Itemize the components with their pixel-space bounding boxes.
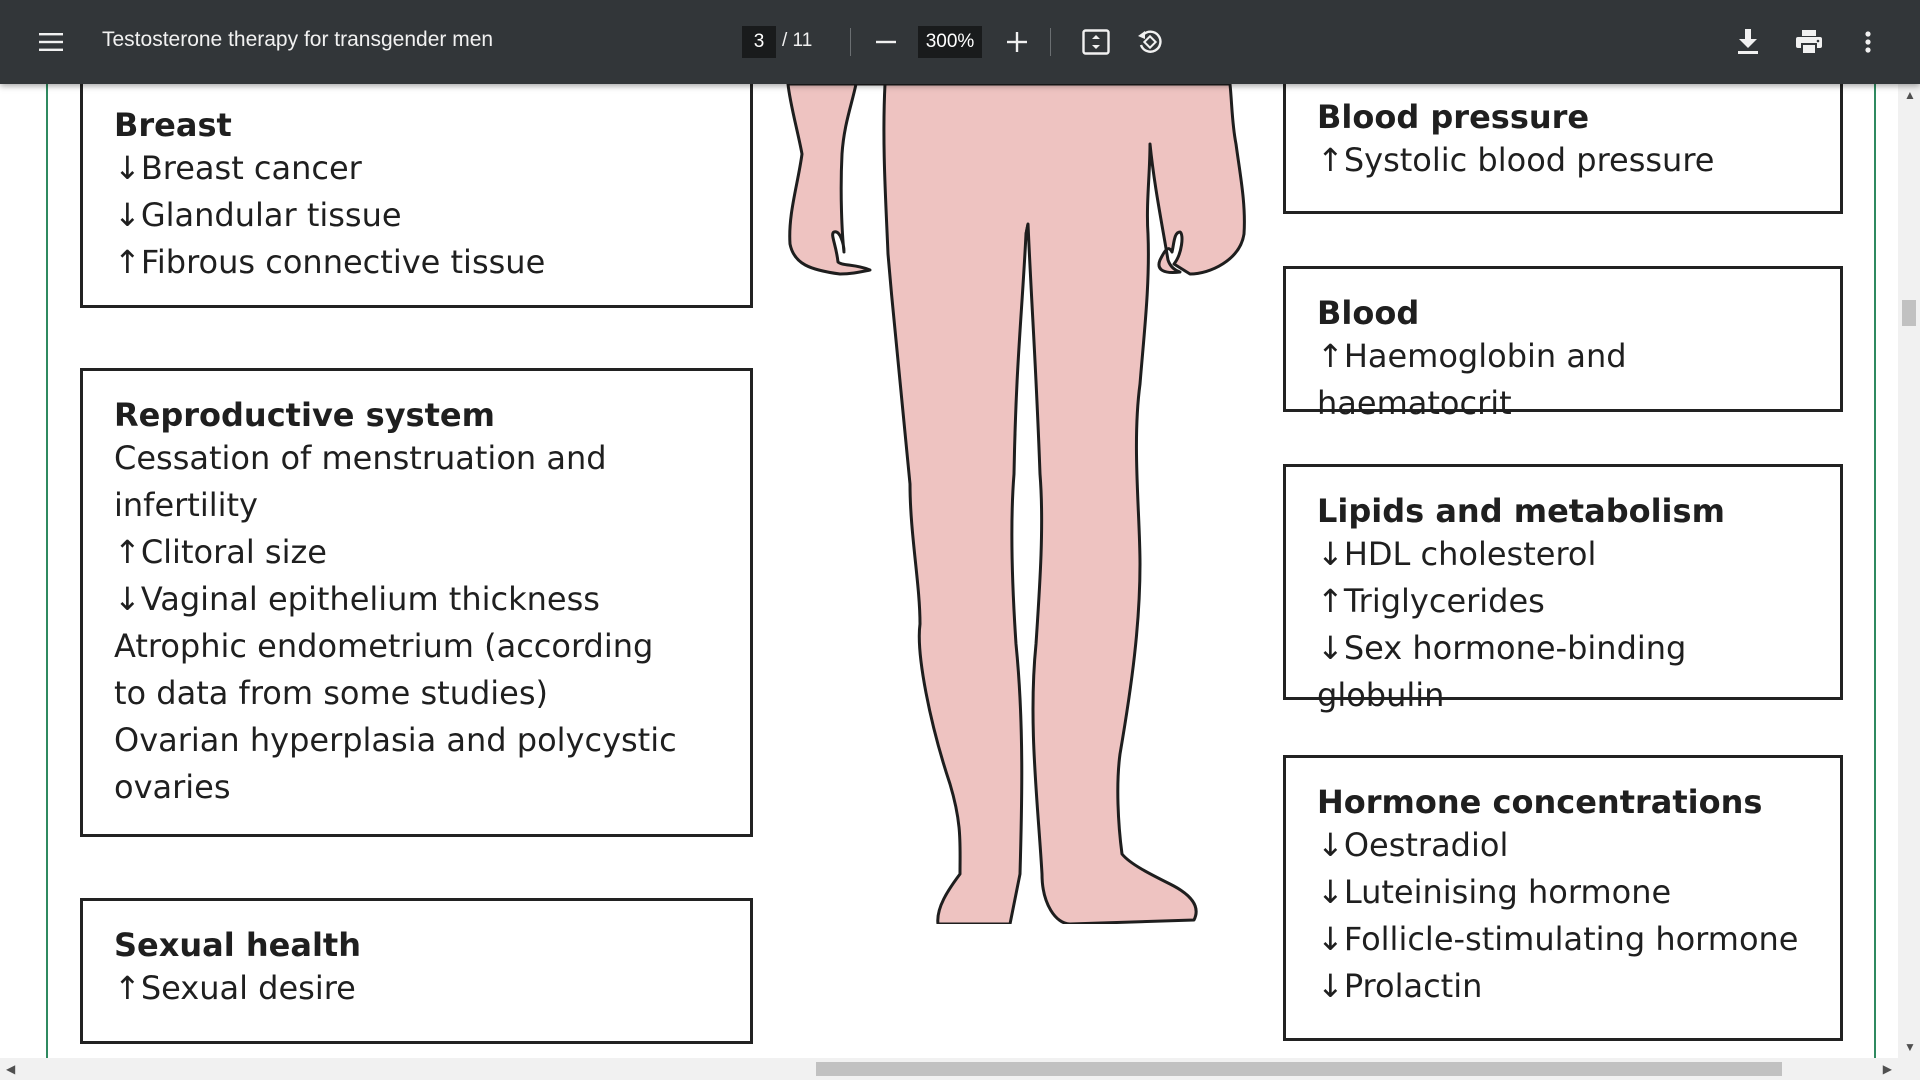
pdf-toolbar: Testosterone therapy for transgender men… xyxy=(0,0,1920,84)
vertical-scroll-thumb[interactable] xyxy=(1902,300,1916,326)
lipids-box-line: ↑Triglycerides xyxy=(1317,582,1545,620)
reproductive-box-line: infertility xyxy=(114,486,258,524)
page-border-right xyxy=(1874,84,1876,1058)
scroll-down-arrow-icon[interactable]: ▼ xyxy=(1904,1040,1916,1054)
reproductive-box-title: Reproductive system xyxy=(114,396,495,434)
breast-box-line: ↑Fibrous connective tissue xyxy=(114,243,546,281)
print-icon[interactable] xyxy=(1790,24,1828,60)
lipids-box-line: ↓HDL cholesterol xyxy=(1317,535,1597,573)
body-silhouette-figure xyxy=(786,84,1246,924)
hormone-concentrations-box: Hormone concentrations ↓Oestradiol ↓Lute… xyxy=(1283,755,1843,1041)
breast-box-line: ↓Breast cancer xyxy=(114,149,362,187)
hormone-box-line: ↓Luteinising hormone xyxy=(1317,873,1672,911)
reproductive-box-line: Ovarian hyperplasia and polycystic xyxy=(114,721,677,759)
sexual-health-box: Sexual health ↑Sexual desire xyxy=(80,898,753,1044)
toolbar-separator xyxy=(1050,28,1051,56)
leg-gap-line xyxy=(1024,223,1030,235)
blood-box-title: Blood xyxy=(1317,294,1420,332)
breast-box-title: Breast xyxy=(114,106,232,144)
fit-page-icon[interactable] xyxy=(1078,24,1114,60)
body-silhouette xyxy=(786,84,1246,924)
hamburger-icon[interactable] xyxy=(34,24,68,60)
zoom-out-icon[interactable] xyxy=(870,24,902,60)
reproductive-system-box: Reproductive system Cessation of menstru… xyxy=(80,368,753,837)
blood-box: Blood ↑Haemoglobin and haematocrit xyxy=(1283,266,1843,422)
scroll-left-arrow-icon[interactable]: ◀ xyxy=(6,1062,15,1076)
sexual-health-box-title: Sexual health xyxy=(114,926,361,964)
sexual-health-box-line: ↑Sexual desire xyxy=(114,969,356,1007)
download-icon[interactable] xyxy=(1730,24,1766,60)
toolbar-separator xyxy=(850,28,851,56)
blood-box-line: ↑Haemoglobin and haematocrit xyxy=(1317,337,1627,422)
breast-box-line: ↓Glandular tissue xyxy=(114,196,402,234)
blood-pressure-box-title: Blood pressure xyxy=(1317,98,1590,136)
lipids-metabolism-box: Lipids and metabolism ↓HDL cholesterol ↑… xyxy=(1283,464,1843,714)
horizontal-scroll-thumb[interactable] xyxy=(816,1062,1782,1076)
horizontal-scrollbar[interactable]: ◀ ▶ xyxy=(0,1058,1920,1080)
reproductive-box-line: Atrophic endometrium (according xyxy=(114,627,654,665)
breast-box: Breast ↓Breast cancer ↓Glandular tissue … xyxy=(80,84,753,308)
document-viewer: Breast ↓Breast cancer ↓Glandular tissue … xyxy=(0,84,1898,1058)
hormone-box-title: Hormone concentrations xyxy=(1317,783,1763,821)
scroll-right-arrow-icon[interactable]: ▶ xyxy=(1883,1062,1892,1076)
reproductive-box-line: Cessation of menstruation and xyxy=(114,439,607,477)
page-number-input[interactable]: 3 xyxy=(742,26,776,58)
zoom-level-input[interactable]: 300% xyxy=(918,26,982,58)
reproductive-box-line: ↓Vaginal epithelium thickness xyxy=(114,580,600,618)
hormone-box-line: ↓Follicle-stimulating hormone xyxy=(1317,920,1799,958)
more-vert-icon[interactable] xyxy=(1852,24,1884,60)
lipids-box-line: ↓Sex hormone-binding globulin xyxy=(1317,629,1687,714)
hormone-box-line: ↓Oestradiol xyxy=(1317,826,1509,864)
blood-pressure-box-line: ↑Systolic blood pressure xyxy=(1317,141,1715,179)
hormone-box-line: ↓Prolactin xyxy=(1317,967,1483,1005)
page-border-left xyxy=(46,84,48,1058)
scroll-up-arrow-icon[interactable]: ▲ xyxy=(1904,88,1916,102)
reproductive-box-line: ovaries xyxy=(114,768,231,806)
reproductive-box-line: to data from some studies) xyxy=(114,674,549,712)
vertical-scrollbar[interactable]: ▲ ▼ xyxy=(1898,84,1920,1058)
reproductive-box-line: ↑Clitoral size xyxy=(114,533,327,571)
document-title: Testosterone therapy for transgender men xyxy=(102,28,494,51)
zoom-in-icon[interactable] xyxy=(1000,24,1034,60)
rotate-icon[interactable] xyxy=(1132,24,1168,60)
page-total: / 11 xyxy=(782,30,813,51)
lipids-box-title: Lipids and metabolism xyxy=(1317,492,1725,530)
blood-pressure-box: Blood pressure ↑Systolic blood pressure xyxy=(1283,84,1843,214)
